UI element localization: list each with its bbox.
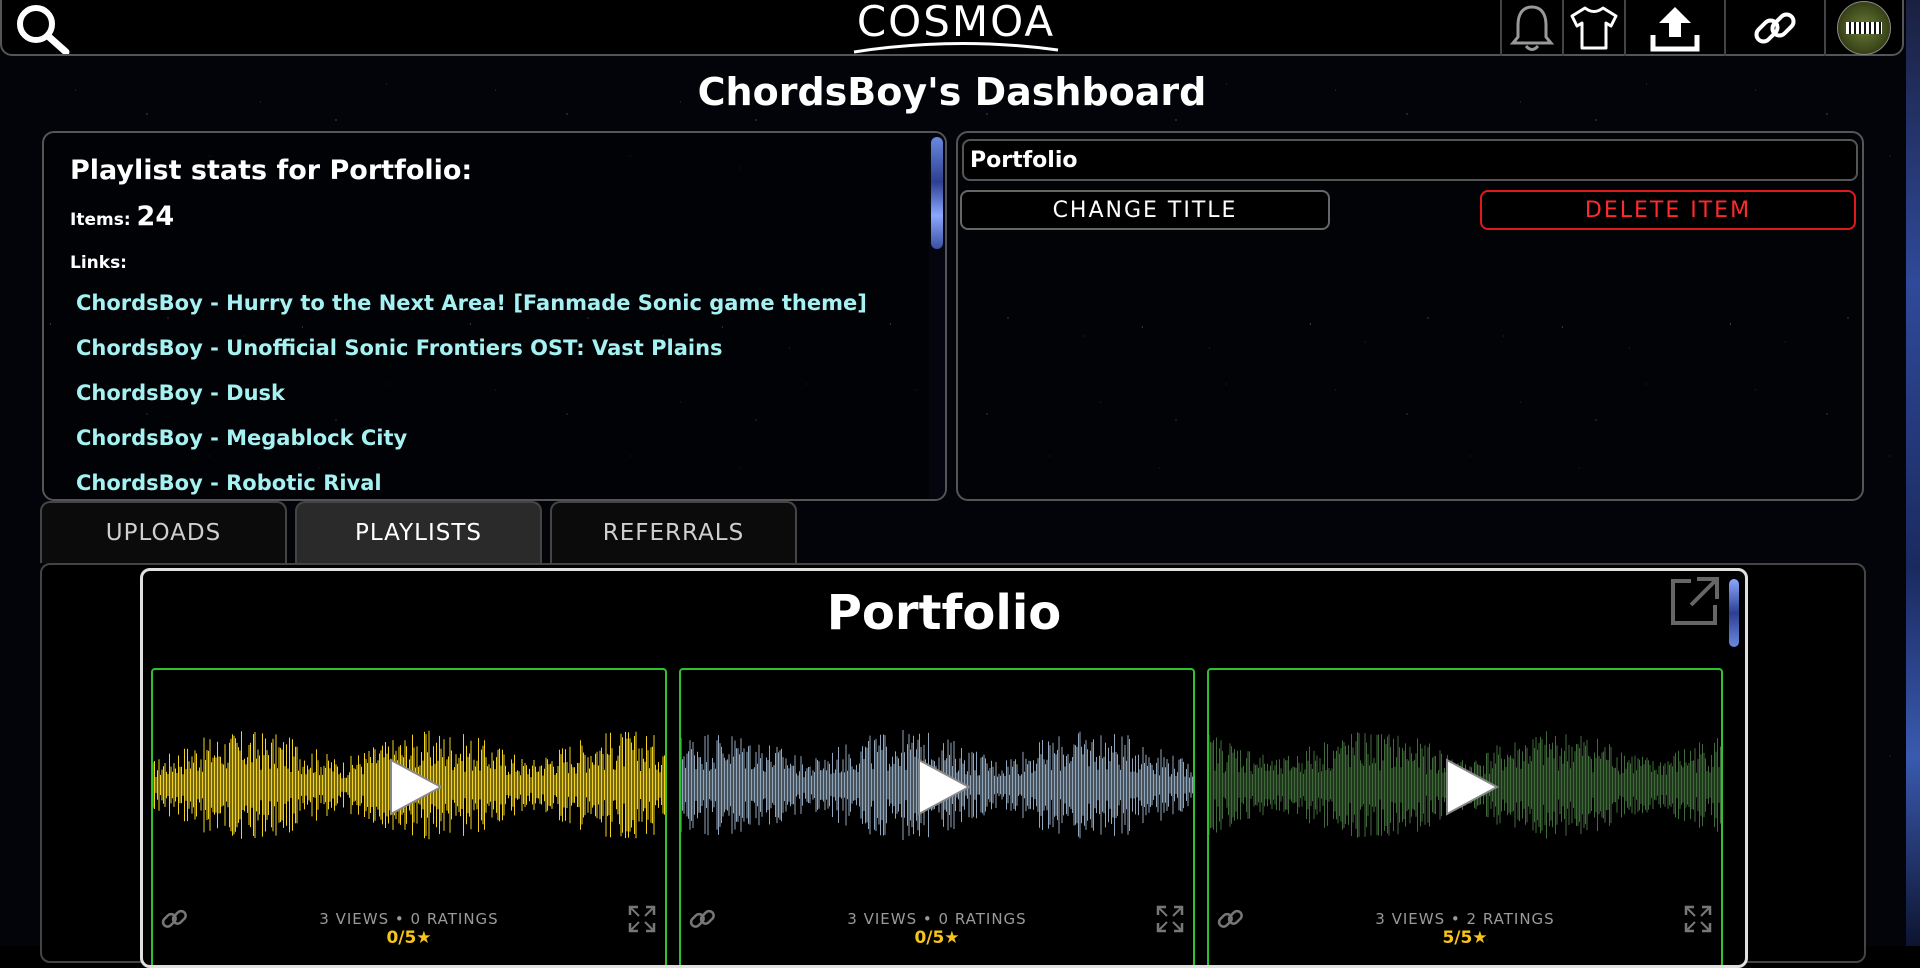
expand-icon[interactable] [1683, 904, 1713, 934]
delete-item-button[interactable]: DELETE ITEM [1480, 190, 1856, 230]
tab-uploads[interactable]: UPLOADS [40, 501, 287, 563]
list-item: ChordsBoy - Hurry to the Next Area! [Fan… [76, 291, 867, 336]
playlist-edit-panel: CHANGE TITLE DELETE ITEM [956, 131, 1864, 501]
dashboard-tabs: UPLOADS PLAYLISTS REFERRALS [40, 501, 797, 563]
track-stats: 3 VIEWS • 0 RATINGS [847, 910, 1027, 928]
background-edge [1906, 0, 1920, 946]
external-link-icon [1671, 577, 1719, 625]
playlist-scrollbar[interactable] [1729, 579, 1739, 647]
tab-referrals[interactable]: REFERRALS [550, 501, 797, 563]
scrollbar-thumb[interactable] [931, 137, 943, 249]
link-list: ChordsBoy - Hurry to the Next Area! [Fan… [76, 291, 867, 499]
top-bar: COSMOA [0, 0, 1904, 56]
track-stats: 3 VIEWS • 2 RATINGS [1375, 910, 1555, 928]
playlist-title: Portfolio [826, 585, 1062, 641]
track-link[interactable]: ChordsBoy - Robotic Rival [76, 471, 382, 495]
list-item: ChordsBoy - Unofficial Sonic Frontiers O… [76, 336, 867, 381]
links-button[interactable] [1724, 0, 1824, 56]
stats-heading: Playlist stats for Portfolio: [70, 155, 473, 186]
page-title: ChordsBoy's Dashboard [697, 70, 1207, 114]
bell-icon [1510, 5, 1554, 51]
track-rating: 0/5★ [914, 928, 960, 948]
stats-scrollbar[interactable] [929, 133, 945, 499]
items-count: Items: 24 [70, 201, 174, 232]
search-icon [17, 5, 70, 56]
merch-button[interactable] [1562, 0, 1624, 56]
track-rating: 5/5★ [1442, 928, 1488, 948]
notifications-button[interactable] [1500, 0, 1562, 56]
items-value: 24 [136, 201, 175, 232]
track-cards: 3 VIEWS • 0 RATINGS 0/5★ 3 VIEWS • 0 RAT… [151, 668, 1723, 965]
upload-button[interactable] [1624, 0, 1724, 56]
track-stats: 3 VIEWS • 0 RATINGS [319, 910, 499, 928]
link-icon [1754, 12, 1796, 44]
items-label: Items: [70, 210, 131, 230]
popout-button[interactable] [1667, 573, 1723, 629]
track-link[interactable]: ChordsBoy - Megablock City [76, 426, 407, 450]
expand-icon[interactable] [627, 904, 657, 934]
playlist-title-input[interactable] [962, 139, 1858, 181]
playlist-stats-panel: Playlist stats for Portfolio: Items: 24 … [42, 131, 947, 501]
track-rating: 0/5★ [386, 928, 432, 948]
track-link[interactable]: ChordsBoy - Hurry to the Next Area! [Fan… [76, 291, 867, 315]
profile-button[interactable] [1824, 0, 1902, 56]
search-button[interactable] [14, 2, 72, 56]
upload-icon [1650, 7, 1700, 52]
header-actions [1500, 0, 1902, 56]
track-card[interactable]: 3 VIEWS • 0 RATINGS 0/5★ [679, 668, 1195, 965]
expand-icon[interactable] [1155, 904, 1185, 934]
play-icon[interactable] [911, 756, 973, 818]
logo-text: COSMOA [856, 0, 1056, 46]
list-item: ChordsBoy - Dusk [76, 381, 867, 426]
track-card[interactable]: 3 VIEWS • 2 RATINGS 5/5★ [1207, 668, 1723, 965]
tshirt-icon [1570, 6, 1618, 50]
links-label: Links: [70, 253, 127, 273]
logo[interactable]: COSMOA [844, 0, 1068, 56]
track-card[interactable]: 3 VIEWS • 0 RATINGS 0/5★ [151, 668, 667, 965]
logo-swoosh [853, 41, 1059, 54]
track-link[interactable]: ChordsBoy - Dusk [76, 381, 285, 405]
change-title-button[interactable]: CHANGE TITLE [960, 190, 1330, 230]
avatar [1837, 1, 1891, 55]
playlist-view: Portfolio 3 VIEWS • 0 RATINGS 0/5★ 3 VIE… [140, 568, 1748, 968]
play-icon[interactable] [1439, 756, 1501, 818]
list-item: ChordsBoy - Megablock City [76, 426, 867, 471]
tab-playlists[interactable]: PLAYLISTS [295, 501, 542, 563]
track-link[interactable]: ChordsBoy - Unofficial Sonic Frontiers O… [76, 336, 723, 360]
list-item: ChordsBoy - Robotic Rival [76, 471, 867, 499]
play-icon[interactable] [383, 756, 445, 818]
